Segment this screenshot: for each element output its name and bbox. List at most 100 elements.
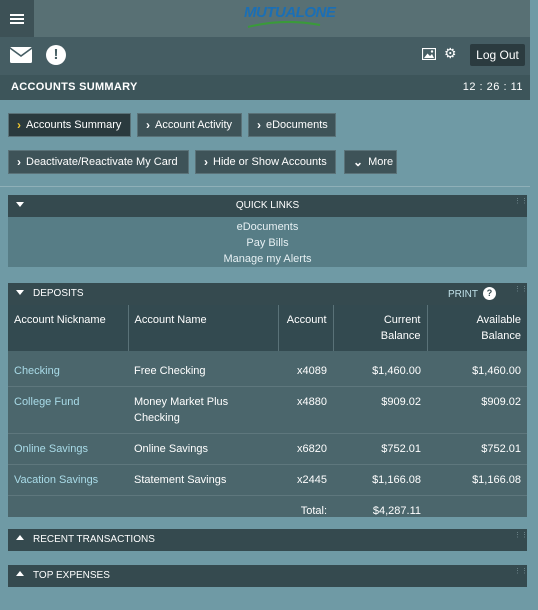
nav-label: Accounts Summary xyxy=(26,119,122,131)
current-balance: $752.01 xyxy=(333,433,427,465)
column-header-available-balance[interactable]: Available Balance xyxy=(427,305,527,351)
top-expenses-title: TOP EXPENSES xyxy=(33,570,110,581)
recent-transactions-header[interactable]: RECENT TRANSACTIONS ⋮⋮ xyxy=(8,529,528,551)
chevron-right-icon: › xyxy=(146,118,150,132)
print-link[interactable]: PRINT xyxy=(448,289,478,300)
account-nickname-link[interactable]: Vacation Savings xyxy=(8,464,128,496)
account-nickname-link[interactable]: Online Savings xyxy=(8,433,128,465)
total-value: $4,287.11 xyxy=(333,495,427,526)
current-balance: $1,166.08 xyxy=(333,464,427,496)
quick-link-pay-bills[interactable]: Pay Bills xyxy=(8,235,527,251)
hamburger-icon[interactable] xyxy=(0,0,34,37)
current-balance-line1: Current xyxy=(383,314,421,326)
empty-cell xyxy=(8,495,128,526)
icon-bar: ! ⚙ Log Out xyxy=(0,37,530,75)
quick-links-list: eDocuments Pay Bills Manage my Alerts xyxy=(8,217,527,267)
column-header-account-name[interactable]: Account Name xyxy=(128,305,279,351)
nav-label: Deactivate/Reactivate My Card xyxy=(26,156,178,168)
nav-deactivate-card[interactable]: › Deactivate/Reactivate My Card xyxy=(8,150,189,174)
image-icon[interactable] xyxy=(422,48,436,60)
table-row: Vacation Savings Statement Savings x2445… xyxy=(8,464,527,496)
account-name-line1: Free Checking xyxy=(134,365,206,377)
recent-transactions-title: RECENT TRANSACTIONS xyxy=(33,534,155,545)
current-balance: $1,460.00 xyxy=(372,365,421,377)
table-row: Checking Free Checking x4089 $1,460.00 $… xyxy=(8,351,527,387)
title-bar: ACCOUNTS SUMMARY 12 : 26 : 11 xyxy=(0,75,530,100)
account-number: x2445 xyxy=(278,464,333,496)
table-row: College Fund Money Market Plus Checking … xyxy=(8,386,527,434)
collapse-arrow-icon xyxy=(16,290,24,295)
account-name-line2: Checking xyxy=(134,412,180,424)
total-label: Total: xyxy=(278,495,333,526)
expand-arrow-icon xyxy=(16,535,24,540)
expand-arrow-icon xyxy=(16,571,24,576)
account-name: Statement Savings xyxy=(128,464,278,496)
nav-accounts-summary[interactable]: › Accounts Summary xyxy=(8,113,131,137)
deposits-header[interactable]: DEPOSITS PRINT ? ⋮⋮ xyxy=(8,283,528,305)
account-name-line1: Online Savings xyxy=(134,443,208,455)
divider xyxy=(0,186,530,187)
account-number: x4089 xyxy=(297,365,327,377)
current-balance: $909.02 xyxy=(333,386,427,434)
top-expenses-header[interactable]: TOP EXPENSES ⋮⋮ xyxy=(8,565,528,587)
mutualone-logo[interactable]: MUTUALONE xyxy=(244,4,336,32)
drag-handle-icon[interactable]: ⋮⋮ xyxy=(514,532,528,542)
account-name-line1: Money Market Plus xyxy=(134,396,229,408)
drag-handle-icon[interactable]: ⋮⋮ xyxy=(514,286,528,296)
available-balance: $1,166.08 xyxy=(427,464,527,496)
quick-link-manage-alerts[interactable]: Manage my Alerts xyxy=(8,251,527,267)
chevron-right-icon: › xyxy=(204,155,208,169)
account-nickname-link[interactable]: Checking xyxy=(8,351,128,387)
deposits-table-panel: Account Nickname Account Name Account Cu… xyxy=(8,305,527,526)
account-name: Money Market Plus Checking xyxy=(128,386,278,434)
session-clock: 12 : 26 : 11 xyxy=(462,81,523,93)
help-icon[interactable]: ? xyxy=(483,287,496,300)
available-balance-line1: Available xyxy=(476,314,521,326)
top-bar: MUTUALONE xyxy=(0,0,530,37)
account-number: x6820 xyxy=(278,433,333,465)
nav-edocuments[interactable]: › eDocuments xyxy=(248,113,336,137)
nav-label: Hide or Show Accounts xyxy=(213,156,327,168)
table-total-row: Total: $4,287.11 xyxy=(8,495,527,526)
chevron-down-icon: ⌄ xyxy=(353,155,364,169)
deposits-table: Account Nickname Account Name Account Cu… xyxy=(8,305,527,526)
chevron-right-icon: › xyxy=(17,118,21,132)
available-balance: $752.01 xyxy=(427,433,527,465)
logout-button[interactable]: Log Out xyxy=(470,44,525,66)
empty-cell xyxy=(128,495,278,526)
account-name: Online Savings xyxy=(128,433,278,465)
chevron-right-icon: › xyxy=(17,155,21,169)
quick-links-title: QUICK LINKS xyxy=(235,200,300,211)
nav-label: Account Activity xyxy=(155,119,233,131)
column-header-nickname[interactable]: Account Nickname xyxy=(8,305,129,351)
account-number: x4880 xyxy=(278,386,333,434)
table-row: Online Savings Online Savings x6820 $752… xyxy=(8,433,527,465)
chevron-right-icon: › xyxy=(257,118,261,132)
logo-text: MUTUALONE xyxy=(244,4,336,21)
available-balance-line2: Balance xyxy=(481,330,521,342)
page-title: ACCOUNTS SUMMARY xyxy=(11,81,138,93)
current-balance-line2: Balance xyxy=(380,330,421,342)
account-nickname-link[interactable]: College Fund xyxy=(8,386,128,434)
drag-handle-icon[interactable]: ⋮⋮ xyxy=(514,568,528,578)
nav-hide-show-accounts[interactable]: › Hide or Show Accounts xyxy=(195,150,336,174)
column-header-account[interactable]: Account xyxy=(278,305,334,351)
account-name-line1: Statement Savings xyxy=(134,474,227,486)
available-balance: $1,460.00 xyxy=(472,365,521,377)
nav-more[interactable]: ⌄ More xyxy=(344,150,397,174)
gear-icon[interactable]: ⚙ xyxy=(444,45,457,61)
logo-swoosh-icon xyxy=(247,20,321,28)
nav-label: More xyxy=(368,156,394,168)
exclamation-icon[interactable]: ! xyxy=(46,45,66,65)
quick-link-edocuments[interactable]: eDocuments xyxy=(8,219,527,235)
column-header-current-balance[interactable]: Current Balance xyxy=(333,305,428,351)
account-name: Free Checking xyxy=(128,351,278,387)
empty-cell xyxy=(427,495,527,526)
nav-account-activity[interactable]: › Account Activity xyxy=(137,113,242,137)
deposits-title: DEPOSITS xyxy=(33,288,84,299)
quick-links-header[interactable]: QUICK LINKS ⋮⋮ xyxy=(8,195,528,217)
table-header-row: Account Nickname Account Name Account Cu… xyxy=(8,305,527,351)
drag-handle-icon[interactable]: ⋮⋮ xyxy=(514,198,528,208)
nav-label: eDocuments xyxy=(266,119,328,131)
envelope-icon[interactable] xyxy=(9,46,33,64)
